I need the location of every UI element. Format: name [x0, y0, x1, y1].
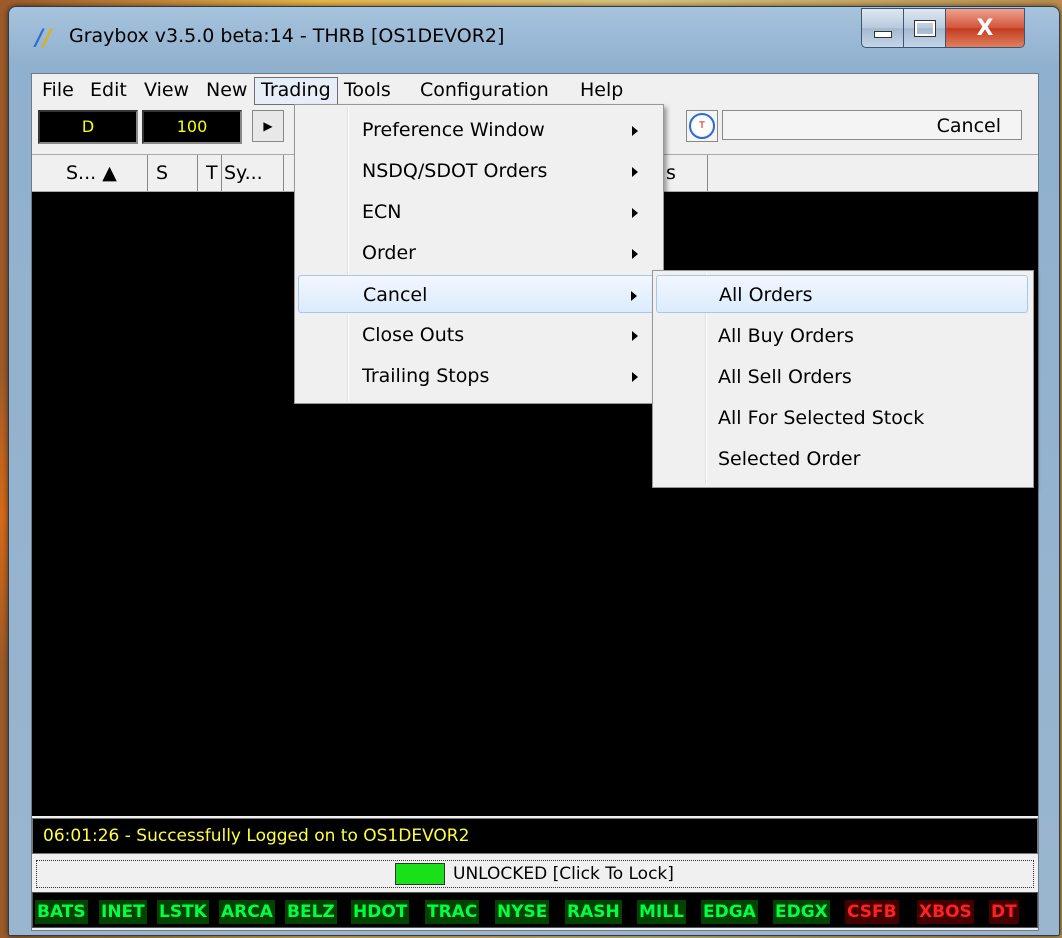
ecn-badge-dt[interactable]: DT [989, 900, 1019, 924]
menu-item-label: NSDQ/SDOT Orders [362, 160, 548, 182]
menu-item-label: All Buy Orders [718, 325, 854, 347]
menu-item-label: ECN [362, 201, 402, 223]
trading-menu-item-trailing-stops[interactable]: Trailing Stops [298, 357, 658, 395]
ecn-badge-belz[interactable]: BELZ [285, 900, 337, 924]
status-bar: 06:01:26 - Successfully Logged on to OS1… [32, 818, 1038, 854]
cancel-menu-item-selected-order[interactable]: Selected Order [656, 440, 1028, 478]
ecn-badge-rash[interactable]: RASH [565, 900, 622, 924]
submenu-arrow-icon [632, 208, 638, 218]
cancel-submenu: All Orders All Buy Orders All Sell Orders A… [652, 270, 1034, 488]
maximize-button[interactable] [903, 8, 947, 48]
menu-item-label: Trailing Stops [362, 365, 490, 387]
menu-item-label: Cancel [363, 284, 428, 306]
ecn-badge-arca[interactable]: ARCA [219, 900, 275, 924]
trading-menu-item-ecn[interactable]: ECN [298, 193, 658, 231]
submenu-arrow-icon [632, 331, 638, 341]
menu-file[interactable]: File [36, 77, 80, 103]
lock-bar[interactable]: UNLOCKED [Click To Lock] [36, 860, 1034, 888]
menu-new[interactable]: New [200, 77, 253, 103]
cancel-menu-item-all-for-selected-stock[interactable]: All For Selected Stock [656, 399, 1028, 437]
column-header-cell[interactable]: T [198, 155, 222, 191]
trading-menu-item-nsdq-sdot-orders[interactable]: NSDQ/SDOT Orders [298, 152, 658, 190]
ecn-badge-lstk[interactable]: LSTK [157, 900, 209, 924]
menu-view[interactable]: View [138, 77, 195, 103]
menu-item-label: All For Selected Stock [718, 407, 925, 429]
ecn-badge-bats[interactable]: BATS [35, 900, 88, 924]
ecn-badge-xbos[interactable]: XBOS [917, 900, 974, 924]
clock-icon: T [689, 113, 715, 139]
cancel-menu-item-all-orders[interactable]: All Orders [656, 275, 1028, 313]
submenu-arrow-icon [631, 291, 637, 301]
submenu-arrow-icon [632, 126, 638, 136]
minimize-icon [874, 30, 892, 38]
column-header-cell[interactable]: S... ▲ [32, 155, 148, 191]
menu-item-label: Selected Order [718, 448, 861, 470]
clock-button[interactable]: T [686, 110, 718, 142]
column-header-cell[interactable]: s [662, 155, 708, 191]
menu-edit[interactable]: Edit [84, 77, 133, 103]
menu-tools[interactable]: Tools [338, 77, 397, 103]
quantity-field[interactable]: 100 [142, 110, 242, 144]
lock-status-indicator [395, 863, 445, 885]
ecn-badge-trac[interactable]: TRAC [425, 900, 480, 924]
app-logo-icon: // [35, 25, 52, 51]
menu-item-label: All Orders [719, 284, 813, 306]
menu-item-label: Close Outs [362, 324, 465, 346]
maximize-icon [914, 19, 936, 37]
submenu-arrow-icon [632, 372, 638, 382]
cancel-menu-item-all-buy-orders[interactable]: All Buy Orders [656, 317, 1028, 355]
trading-menu-item-cancel[interactable]: Cancel [298, 275, 658, 313]
ecn-badge-edgx[interactable]: EDGX [773, 900, 830, 924]
ecn-status-bar: BATS INET LSTK ARCA BELZ HDOT TRAC NYSE RASH MILL… [32, 892, 1038, 928]
menu-item-label: Order [362, 242, 416, 264]
submenu-arrow-icon [632, 167, 638, 177]
trading-menu: Preference Window NSDQ/SDOT Orders ECN Orde… [294, 104, 664, 404]
trading-menu-item-preference-window[interactable]: Preference Window [298, 111, 658, 149]
trading-menu-item-close-outs[interactable]: Close Outs [298, 316, 658, 354]
close-button[interactable]: X [945, 8, 1025, 48]
side-field[interactable]: D [38, 110, 138, 144]
menu-item-label: Preference Window [362, 119, 545, 141]
menu-configuration[interactable]: Configuration [414, 77, 555, 103]
column-header-cell[interactable]: Sy... [222, 155, 284, 191]
ecn-badge-csfb[interactable]: CSFB [845, 900, 899, 924]
execute-icon[interactable]: ▶ [252, 110, 284, 142]
submenu-arrow-icon [632, 249, 638, 259]
close-icon: X [976, 15, 994, 41]
minimize-button[interactable] [861, 8, 905, 48]
status-message: 06:01:26 - Successfully Logged on to OS1… [43, 826, 470, 846]
column-header-cell[interactable]: S [148, 155, 198, 191]
ecn-badge-edga[interactable]: EDGA [701, 900, 758, 924]
trading-menu-item-order[interactable]: Order [298, 234, 658, 272]
ecn-badge-nyse[interactable]: NYSE [495, 900, 550, 924]
ecn-badge-mill[interactable]: MILL [637, 900, 686, 924]
ecn-badge-inet[interactable]: INET [99, 900, 147, 924]
ecn-badge-hdot[interactable]: HDOT [351, 900, 410, 924]
menu-trading[interactable]: Trading [254, 77, 338, 105]
menu-help[interactable]: Help [574, 77, 629, 103]
cancel-menu-item-all-sell-orders[interactable]: All Sell Orders [656, 358, 1028, 396]
menu-bar: File Edit View New Trading Tools Configu… [32, 74, 1038, 106]
title-bar[interactable]: // Graybox v3.5.0 beta:14 - THRB [OS1DEV… [9, 7, 1059, 63]
cancel-button[interactable]: Cancel [722, 110, 1022, 140]
window-title: Graybox v3.5.0 beta:14 - THRB [OS1DEVOR2… [69, 25, 505, 47]
menu-item-label: All Sell Orders [718, 366, 852, 388]
lock-toggle-text[interactable]: UNLOCKED [Click To Lock] [453, 861, 674, 887]
